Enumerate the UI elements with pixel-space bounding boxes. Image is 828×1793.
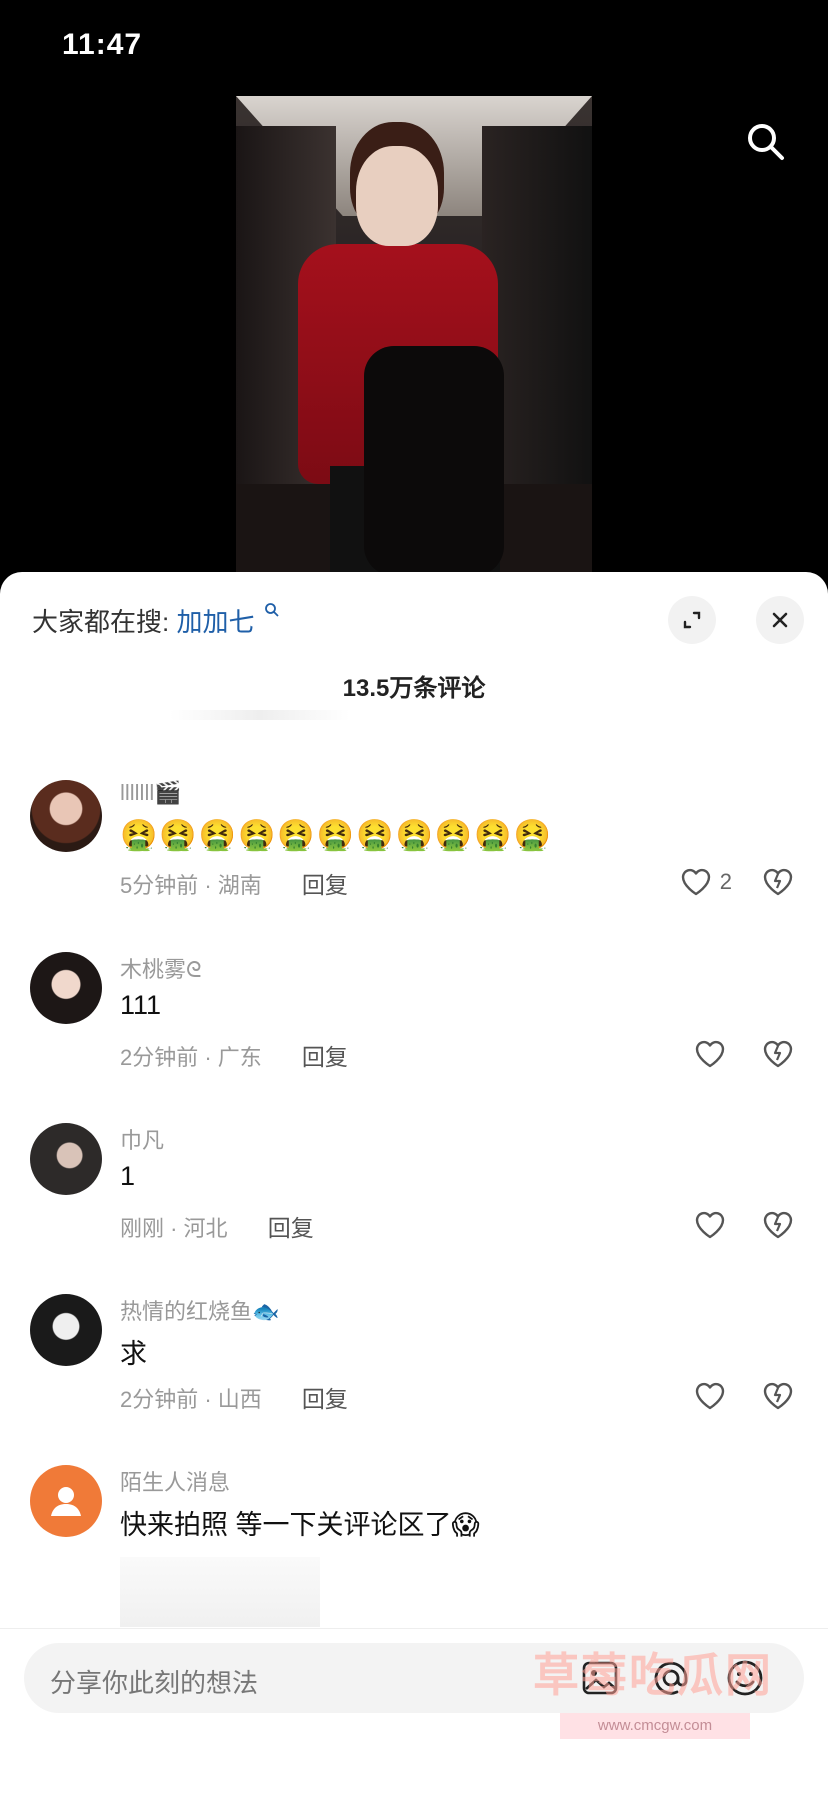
watermark-url: www.cmcgw.com bbox=[560, 1713, 750, 1739]
close-button[interactable] bbox=[756, 596, 804, 644]
comment-text: 求 bbox=[120, 1339, 147, 1369]
like-button[interactable] bbox=[694, 1034, 726, 1074]
dislike-button[interactable] bbox=[758, 1034, 798, 1074]
avatar[interactable] bbox=[30, 780, 102, 852]
like-button[interactable]: 2 bbox=[680, 862, 732, 902]
comment-meta: 2分钟前 · 山西 回复 bbox=[120, 1380, 348, 1414]
composer-bar: 分享你此刻的想法 草莓吃瓜网 www.cmcgw.com bbox=[0, 1628, 828, 1793]
comment-sheet: 大家都在搜: 加加七 13.5万条评论 lllllll🎬 🤮🤮🤮🤮🤮🤮🤮🤮🤮🤮🤮… bbox=[0, 572, 828, 1792]
like-button[interactable] bbox=[694, 1205, 726, 1245]
broken-heart-icon bbox=[763, 1211, 793, 1239]
heart-icon bbox=[695, 1040, 725, 1068]
comment-username[interactable]: 热情的红烧鱼🐟 bbox=[120, 1294, 279, 1326]
comment-text: 🤮🤮🤮🤮🤮🤮🤮🤮🤮🤮🤮 bbox=[120, 819, 553, 852]
reply-button[interactable]: 回复 bbox=[268, 1215, 314, 1241]
comment-text: 1 bbox=[120, 1161, 136, 1191]
like-button[interactable] bbox=[694, 1376, 726, 1416]
comment-meta: 刚刚 · 河北 回复 bbox=[120, 1209, 314, 1243]
broken-heart-icon bbox=[763, 1382, 793, 1410]
dislike-button[interactable] bbox=[758, 1376, 798, 1416]
avatar[interactable] bbox=[30, 1294, 102, 1366]
comment-time-location: 刚刚 · 河北 bbox=[120, 1216, 228, 1241]
comment-username[interactable]: 陌生人消息 bbox=[120, 1465, 230, 1497]
expand-button[interactable] bbox=[668, 596, 716, 644]
reply-button[interactable]: 回复 bbox=[302, 1044, 348, 1070]
video-frame[interactable] bbox=[236, 96, 592, 574]
trend-keyword[interactable]: 加加七 bbox=[176, 607, 254, 637]
heart-icon bbox=[681, 868, 710, 896]
dislike-button[interactable] bbox=[758, 862, 798, 902]
reply-button[interactable]: 回复 bbox=[302, 1386, 348, 1412]
search-button[interactable] bbox=[742, 118, 790, 166]
comment-meta: 5分钟前 · 湖南 回复 bbox=[120, 866, 348, 900]
video-person-head bbox=[356, 146, 438, 246]
comment-username[interactable]: 木桃雾ᘓ bbox=[120, 952, 202, 984]
comment-time-location: 5分钟前 · 湖南 bbox=[120, 873, 262, 898]
like-count: 2 bbox=[719, 869, 732, 894]
avatar[interactable] bbox=[30, 952, 102, 1024]
avatar[interactable] bbox=[30, 1123, 102, 1195]
expand-icon bbox=[683, 611, 701, 629]
status-time: 11:47 bbox=[62, 28, 143, 61]
search-icon bbox=[748, 124, 784, 160]
comment-username[interactable]: 巾凡 bbox=[120, 1123, 164, 1155]
attached-image-preview[interactable] bbox=[120, 1557, 320, 1627]
broken-heart-icon bbox=[763, 1040, 793, 1068]
comment-text: 快来拍照 等一下关评论区了😱 bbox=[120, 1510, 480, 1540]
comment-text: 111 bbox=[120, 990, 162, 1020]
small-search-icon bbox=[264, 603, 279, 617]
close-icon bbox=[772, 612, 788, 628]
comment-input-placeholder: 分享你此刻的想法 bbox=[50, 1668, 259, 1698]
comment-time-location: 2分钟前 · 广东 bbox=[120, 1045, 262, 1070]
avatar[interactable] bbox=[30, 1465, 102, 1537]
reply-button[interactable]: 回复 bbox=[302, 872, 348, 898]
video-person-coat bbox=[364, 346, 504, 574]
heart-icon bbox=[695, 1382, 725, 1410]
broken-heart-icon bbox=[763, 868, 793, 896]
comment-username[interactable]: lllllll🎬 bbox=[120, 780, 182, 806]
heart-icon bbox=[695, 1211, 725, 1239]
trend-prefix: 大家都在搜: bbox=[32, 607, 170, 637]
comment-count: 13.5万条评论 bbox=[342, 675, 486, 702]
watermark-text: 草莓吃瓜网 bbox=[533, 1649, 773, 1701]
comment-time-location: 2分钟前 · 山西 bbox=[120, 1387, 262, 1412]
user-icon bbox=[51, 1487, 81, 1516]
comment-meta: 2分钟前 · 广东 回复 bbox=[120, 1038, 348, 1072]
scroll-fade bbox=[170, 710, 350, 720]
dislike-button[interactable] bbox=[758, 1205, 798, 1245]
trending-search[interactable]: 大家都在搜: 加加七 bbox=[32, 602, 280, 639]
